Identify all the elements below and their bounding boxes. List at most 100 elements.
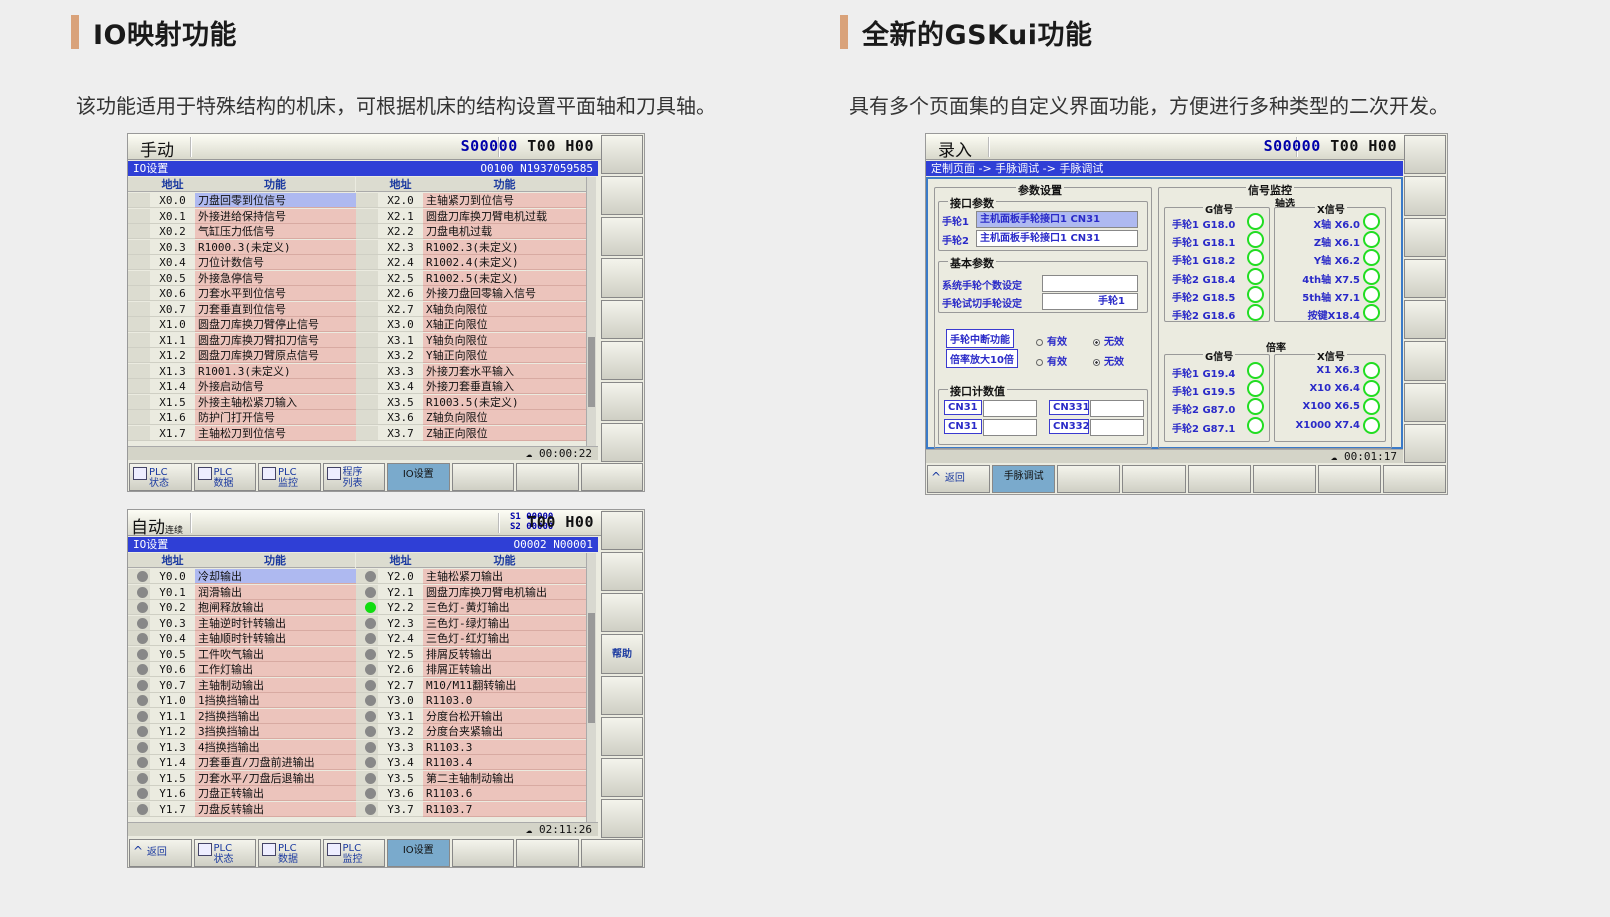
function-cell: 刀位计数信号 — [195, 255, 356, 270]
magnify-invalid-radio[interactable]: 无效 — [1093, 353, 1124, 368]
scrollbar[interactable] — [586, 177, 596, 447]
bottom-softkey[interactable] — [451, 839, 514, 867]
status-led-cell — [128, 363, 150, 379]
signal-indicator-icon — [1247, 362, 1264, 379]
bottom-softkey[interactable] — [1122, 465, 1186, 493]
address-cell: X0.0 — [150, 193, 195, 208]
status-led-icon — [365, 679, 376, 691]
side-softkey[interactable] — [601, 299, 643, 339]
header-addr: 地址 — [150, 177, 195, 192]
side-softkey[interactable] — [1404, 300, 1446, 340]
side-softkey[interactable] — [601, 217, 643, 257]
back-softkey[interactable]: ^ 返回 — [927, 465, 991, 493]
side-softkey[interactable] — [601, 422, 643, 462]
bottom-softkey[interactable]: 程序 列表 — [322, 463, 385, 491]
back-softkey[interactable]: ^ 返回 — [129, 839, 192, 867]
function-cell: 2挡换挡输出 — [195, 708, 356, 724]
signal-label: 手轮1 G18.1 — [1172, 238, 1236, 250]
status-led-cell — [128, 677, 150, 693]
side-softkey[interactable] — [1404, 217, 1446, 257]
signal-indicator-icon — [1363, 304, 1380, 321]
side-softkey[interactable] — [601, 757, 643, 797]
header-func: 功能 — [423, 177, 586, 192]
side-softkey[interactable] — [1404, 341, 1446, 381]
function-cell: 刀盘回零到位信号 — [195, 193, 356, 208]
side-softkey[interactable] — [1404, 176, 1446, 216]
magnify-button[interactable]: 倍率放大10倍 — [946, 349, 1018, 368]
address-cell: X1.3 — [150, 363, 195, 379]
address-cell: Y3.6 — [378, 786, 423, 801]
side-softkey[interactable] — [601, 593, 643, 633]
chevron-up-icon: ^ — [133, 844, 147, 858]
status-led-cell — [356, 317, 378, 332]
status-led-cell — [128, 770, 150, 786]
status-led-cell — [128, 646, 150, 662]
scrollbar-thumb[interactable] — [588, 613, 595, 723]
window-titlebar: IO设置 O0002 N00001 — [128, 537, 598, 552]
side-softkey[interactable] — [601, 552, 643, 592]
status-bar: ☁ 00:00:22 — [128, 446, 598, 460]
wheel2-select[interactable]: 主机面板手轮接口1 CN31 — [976, 230, 1138, 247]
bottom-softkey[interactable] — [1382, 465, 1446, 493]
function-cell: 工作灯输出 — [195, 662, 356, 677]
status-led-cell — [356, 724, 378, 739]
side-softkey[interactable] — [601, 716, 643, 756]
scrollbar-thumb[interactable] — [588, 337, 595, 407]
bottom-softkey[interactable]: PLC 数据 — [193, 463, 256, 491]
status-led-cell — [128, 786, 150, 801]
address-cell: X2.2 — [378, 224, 423, 239]
status-led-cell — [356, 693, 378, 708]
handwheel-debug-softkey[interactable]: 手脉调试 — [992, 465, 1056, 493]
interrupt-function-button[interactable]: 手轮中断功能 — [946, 329, 1014, 348]
help-softkey[interactable]: 帮助 — [601, 634, 643, 674]
bottom-softkey[interactable]: PLC 监控 — [258, 463, 321, 491]
side-softkey[interactable] — [1404, 135, 1446, 175]
io-settings-softkey[interactable]: IO设置 — [387, 839, 450, 867]
side-softkey[interactable] — [601, 135, 643, 175]
interrupt-invalid-radio[interactable]: 无效 — [1093, 333, 1124, 348]
side-softkey[interactable] — [601, 176, 643, 216]
trial-wheel-select[interactable]: 手轮1 — [1042, 293, 1138, 310]
bottom-softkey[interactable] — [1317, 465, 1381, 493]
side-softkey[interactable] — [601, 798, 643, 838]
bottom-softkey[interactable] — [1057, 465, 1121, 493]
bottom-softkey[interactable] — [451, 463, 514, 491]
status-led-cell — [356, 379, 378, 394]
magnify-valid-radio[interactable]: 有效 — [1036, 353, 1067, 368]
address-cell: Y0.6 — [150, 662, 195, 677]
right-description: 具有多个页面集的自定义界面功能，方便进行多种类型的二次开发。 — [849, 94, 1449, 118]
spindle-tool-status: S00000 T00 H00 — [461, 137, 594, 155]
function-cell: Z轴正向限位 — [423, 425, 586, 441]
bottom-softkey[interactable] — [580, 839, 643, 867]
status-led-cell — [128, 379, 150, 394]
side-softkey[interactable] — [601, 511, 643, 551]
bottom-softkey[interactable] — [580, 463, 643, 491]
side-softkey[interactable] — [601, 675, 643, 715]
side-softkey[interactable] — [1404, 258, 1446, 298]
status-led-icon — [137, 571, 148, 582]
side-softkey[interactable] — [1404, 382, 1446, 422]
interrupt-valid-radio[interactable]: 有效 — [1036, 333, 1067, 348]
bottom-softkey[interactable] — [1187, 465, 1251, 493]
io-settings-softkey[interactable]: IO设置 — [387, 463, 450, 491]
bottom-softkey[interactable] — [516, 839, 579, 867]
header-divider — [190, 513, 192, 533]
softkey-line2: 状态 — [149, 478, 169, 489]
param-settings-title: 参数设置 — [1016, 182, 1064, 198]
scrollbar[interactable] — [586, 553, 596, 823]
side-softkey[interactable] — [601, 258, 643, 298]
trial-wheel-label: 手轮试切手轮设定 — [942, 299, 1022, 310]
bottom-softkey[interactable]: PLC 状态 — [129, 463, 192, 491]
bottom-softkey[interactable] — [516, 463, 579, 491]
bottom-softkey[interactable] — [1252, 465, 1316, 493]
program-number: O0100 N1937059585 — [480, 162, 593, 175]
bottom-softkey[interactable]: PLC 状态 — [193, 839, 256, 867]
wheel1-select[interactable]: 主机面板手轮接口1 CN31 — [976, 211, 1138, 228]
bottom-softkey[interactable]: PLC 监控 — [322, 839, 385, 867]
bottom-softkey[interactable]: PLC 数据 — [258, 839, 321, 867]
status-led-cell — [356, 239, 378, 255]
sys-count-input[interactable] — [1042, 275, 1138, 292]
side-softkey[interactable] — [601, 340, 643, 380]
side-softkey[interactable] — [1404, 423, 1446, 463]
side-softkey[interactable] — [601, 381, 643, 421]
